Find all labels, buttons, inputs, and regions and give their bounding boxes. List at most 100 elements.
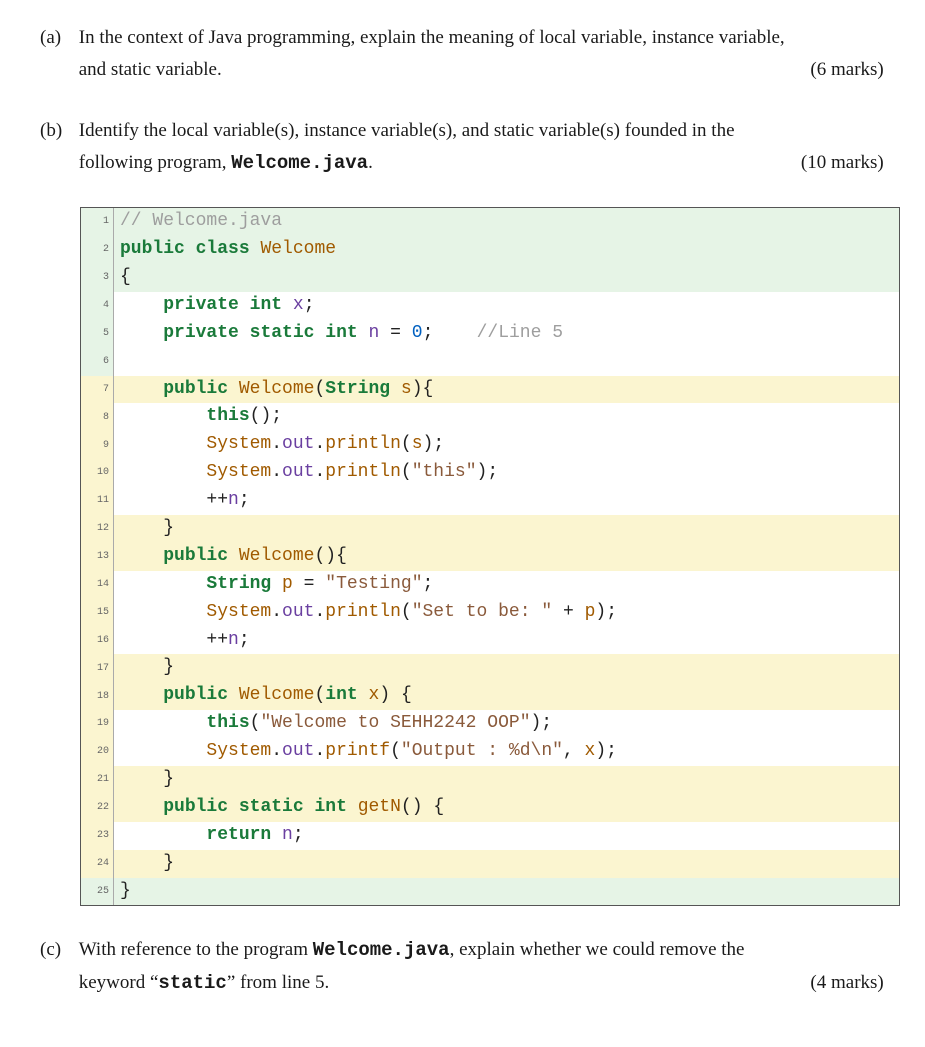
question-c-keyword: static (158, 972, 226, 994)
code-token: . (271, 602, 282, 622)
code-line-9: 9 System.out.println(s); (81, 431, 899, 459)
code-token: int (325, 685, 357, 705)
line-number: 20 (81, 738, 114, 766)
code-token (228, 797, 239, 817)
code-token: Welcome (239, 685, 315, 705)
code-content: public class Welcome (114, 236, 899, 264)
code-line-25: 25} (81, 878, 899, 906)
code-token: printf (325, 741, 390, 761)
question-a: (a) In the context of Java programming, … (40, 22, 885, 87)
code-token: . (271, 462, 282, 482)
code-content: public Welcome(int x) { (114, 682, 899, 710)
code-token: . (314, 462, 325, 482)
code-token: out (282, 462, 314, 482)
code-token (282, 295, 293, 315)
question-c-program: Welcome.java (313, 939, 450, 961)
code-content: ++n; (114, 627, 899, 655)
code-content: System.out.println("this"); (114, 459, 899, 487)
question-b-line2-suffix: . (368, 152, 373, 173)
page: (a) In the context of Java programming, … (0, 0, 925, 1047)
code-line-13: 13 public Welcome(){ (81, 543, 899, 571)
code-block: 1// Welcome.java2public class Welcome3{4… (80, 207, 900, 906)
line-number: 4 (81, 292, 114, 320)
code-token (120, 713, 206, 733)
code-token: println (325, 602, 401, 622)
code-line-19: 19 this("Welcome to SEHH2242 OOP"); (81, 710, 899, 738)
code-token: { (120, 267, 131, 287)
code-token: int (250, 295, 282, 315)
code-token: ( (314, 685, 325, 705)
code-token (120, 769, 163, 789)
line-number: 11 (81, 487, 114, 515)
code-token: . (314, 434, 325, 454)
code-token: ( (250, 713, 261, 733)
code-token: ++ (206, 630, 228, 650)
code-line-20: 20 System.out.printf("Output : %d\n", x)… (81, 738, 899, 766)
code-content: this(); (114, 403, 899, 431)
question-a-label: (a) (40, 22, 74, 54)
code-token (120, 797, 163, 817)
code-token (271, 825, 282, 845)
code-line-21: 21 } (81, 766, 899, 794)
code-token: ( (401, 462, 412, 482)
line-number: 6 (81, 348, 114, 376)
code-token: p (282, 574, 293, 594)
code-token: (){ (314, 546, 346, 566)
code-token (304, 797, 315, 817)
code-token (401, 323, 412, 343)
code-token: } (120, 881, 131, 901)
code-token (120, 574, 206, 594)
code-token: public (120, 239, 185, 259)
code-token: } (163, 769, 174, 789)
code-token: p (585, 602, 596, 622)
code-token (120, 490, 206, 510)
code-token: String (325, 379, 390, 399)
code-token: "Output : %d\n" (401, 741, 563, 761)
code-token: ++ (206, 490, 228, 510)
line-number: 25 (81, 878, 114, 906)
question-b-body: Identify the local variable(s), instance… (79, 115, 884, 180)
code-token (293, 574, 304, 594)
code-line-8: 8 this(); (81, 403, 899, 431)
question-c-line2-prefix: keyword “ (79, 972, 159, 993)
code-content: System.out.println(s); (114, 431, 899, 459)
code-token (271, 574, 282, 594)
code-content: public static int getN() { (114, 794, 899, 822)
code-token (574, 741, 585, 761)
question-c: (c) With reference to the program Welcom… (40, 934, 885, 999)
code-token: static (239, 797, 304, 817)
question-a-line1: In the context of Java programming, expl… (79, 27, 785, 48)
code-content: public Welcome(){ (114, 543, 899, 571)
code-content: // Welcome.java (114, 208, 899, 236)
code-content: } (114, 878, 899, 906)
question-a-body: In the context of Java programming, expl… (79, 22, 884, 87)
line-number: 15 (81, 599, 114, 627)
code-token: System (206, 602, 271, 622)
code-token: (); (250, 406, 282, 426)
code-token: return (206, 825, 271, 845)
line-number: 19 (81, 710, 114, 738)
code-token (120, 462, 206, 482)
code-token (239, 295, 250, 315)
code-token: println (325, 462, 401, 482)
code-token: this (206, 406, 249, 426)
code-content: private static int n = 0; //Line 5 (114, 320, 899, 348)
code-token: "Welcome to SEHH2242 OOP" (260, 713, 530, 733)
code-token: Welcome (239, 546, 315, 566)
code-token: this (206, 713, 249, 733)
code-token: public (163, 546, 228, 566)
line-number: 5 (81, 320, 114, 348)
code-token: ; (239, 630, 250, 650)
line-number: 7 (81, 376, 114, 404)
code-token (120, 685, 163, 705)
line-number: 22 (81, 794, 114, 822)
code-token (120, 657, 163, 677)
question-a-marks: (6 marks) (810, 54, 883, 86)
code-token (433, 323, 476, 343)
code-line-23: 23 return n; (81, 822, 899, 850)
code-token: System (206, 741, 271, 761)
code-content: } (114, 766, 899, 794)
code-token: } (163, 657, 174, 677)
code-token (120, 406, 206, 426)
code-token: ; (423, 323, 434, 343)
